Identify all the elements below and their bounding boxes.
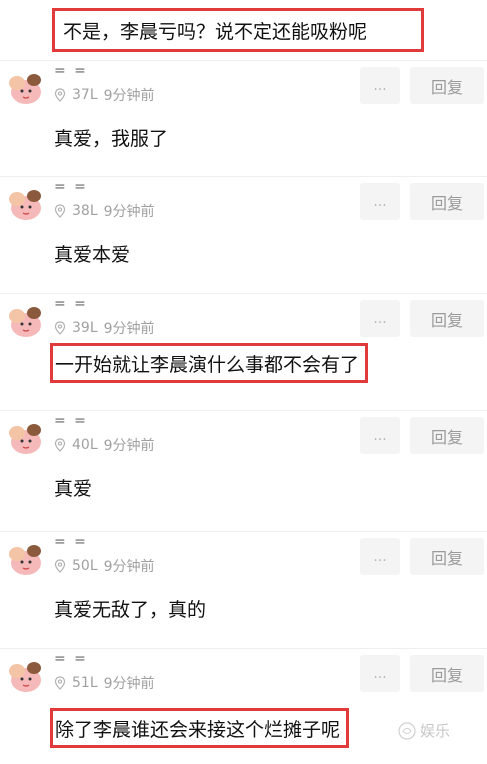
- timestamp: 9分钟前: [103, 321, 155, 337]
- location-icon: [54, 204, 66, 218]
- location-icon: [54, 321, 66, 335]
- comment-item: = = 39L 9分钟前 ... 回复 一开始就让李晨演什么事都不会有了: [0, 293, 487, 409]
- floor-number: 40L: [72, 437, 98, 453]
- more-button[interactable]: ...: [360, 655, 400, 692]
- avatar-icon[interactable]: [6, 184, 44, 222]
- username: = =: [54, 413, 88, 429]
- avatar-icon[interactable]: [6, 68, 44, 106]
- comment-item: = = 50L 9分钟前 ... 回复 真爱无敌了，真的: [0, 531, 487, 647]
- avatar-icon[interactable]: [6, 301, 44, 339]
- watermark: 娱乐: [398, 720, 450, 741]
- username: = =: [54, 179, 88, 195]
- floor-number: 51L: [72, 675, 98, 691]
- comment-meta: 39L 9分钟前: [54, 318, 155, 338]
- username: = =: [54, 651, 88, 667]
- timestamp: 9分钟前: [103, 438, 155, 454]
- reply-button[interactable]: 回复: [410, 655, 484, 692]
- floor-number: 50L: [72, 558, 98, 574]
- reply-button[interactable]: 回复: [410, 183, 484, 220]
- watermark-text: 娱乐: [420, 722, 451, 740]
- avatar-icon[interactable]: [6, 418, 44, 456]
- divider: [0, 293, 487, 294]
- timestamp: 9分钟前: [103, 559, 155, 575]
- location-icon: [54, 559, 66, 573]
- reply-button[interactable]: 回复: [410, 67, 484, 104]
- floor-number: 39L: [72, 320, 98, 336]
- username: = =: [54, 296, 88, 312]
- timestamp: 9分钟前: [103, 676, 155, 692]
- comment-content: 真爱本爱: [54, 244, 131, 266]
- comment-content-highlighted: 除了李晨谁还会来接这个烂摊子呢: [50, 708, 350, 748]
- username: = =: [54, 534, 88, 550]
- comment-meta: 50L 9分钟前: [54, 556, 155, 576]
- comment-content: 真爱无敌了，真的: [54, 599, 207, 621]
- comment-item: = = 38L 9分钟前 ... 回复 真爱本爱: [0, 176, 487, 292]
- avatar-icon[interactable]: [6, 656, 44, 694]
- comment-item: = = 37L 9分钟前 ... 回复 真爱，我服了: [0, 60, 487, 176]
- comment-meta: 38L 9分钟前: [54, 201, 155, 221]
- location-icon: [54, 88, 66, 102]
- avatar-icon[interactable]: [6, 539, 44, 577]
- comment-content: 真爱，我服了: [54, 128, 169, 150]
- timestamp: 9分钟前: [103, 88, 155, 104]
- timestamp: 9分钟前: [103, 204, 155, 220]
- comment-item: = = 40L 9分钟前 ... 回复 真爱: [0, 410, 487, 526]
- more-button[interactable]: ...: [360, 538, 400, 575]
- divider: [0, 410, 487, 411]
- username: = =: [54, 63, 88, 79]
- comment-meta: 51L 9分钟前: [54, 673, 155, 693]
- highlighted-comment-top: 不是，李晨亏吗？说不定还能吸粉呢: [52, 8, 424, 52]
- comment-meta: 37L 9分钟前: [54, 85, 155, 105]
- more-button[interactable]: ...: [360, 67, 400, 104]
- divider: [0, 648, 487, 649]
- more-button[interactable]: ...: [360, 183, 400, 220]
- reply-button[interactable]: 回复: [410, 417, 484, 454]
- more-button[interactable]: ...: [360, 300, 400, 337]
- floor-number: 37L: [72, 87, 98, 103]
- reply-button[interactable]: 回复: [410, 300, 484, 337]
- reply-button[interactable]: 回复: [410, 538, 484, 575]
- divider: [0, 176, 487, 177]
- divider: [0, 60, 487, 61]
- location-icon: [54, 676, 66, 690]
- location-icon: [54, 438, 66, 452]
- watermark-logo-icon: [398, 721, 416, 740]
- more-button[interactable]: ...: [360, 417, 400, 454]
- comment-content: 真爱: [54, 478, 93, 500]
- floor-number: 38L: [72, 203, 98, 219]
- divider: [0, 531, 487, 532]
- comment-item: = = 51L 9分钟前 ... 回复 除了李晨谁还会来接这个烂摊子呢: [0, 648, 487, 764]
- comment-content-highlighted: 一开始就让李晨演什么事都不会有了: [50, 343, 369, 383]
- comment-meta: 40L 9分钟前: [54, 435, 155, 455]
